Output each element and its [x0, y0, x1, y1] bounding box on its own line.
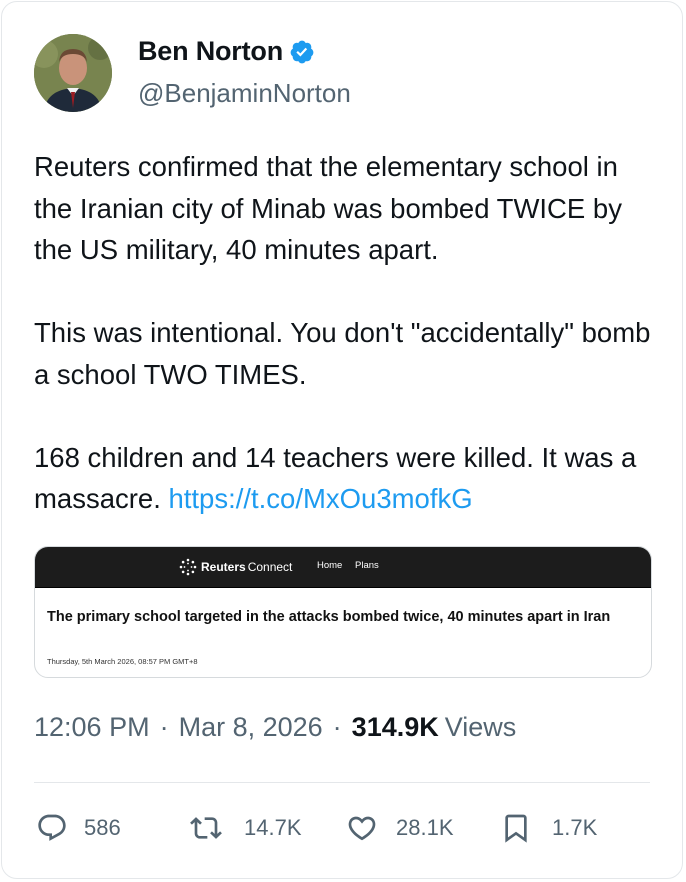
like-count: 28.1K	[396, 815, 454, 840]
tweet-paragraph-2: This was intentional. You don't "acciden…	[34, 317, 651, 390]
author-name-row[interactable]: Ben Norton	[138, 36, 315, 67]
divider	[34, 782, 650, 783]
like-icon	[348, 816, 376, 841]
tweet-meta: 12:06 PM · Mar 8, 2026 · 314.9K Views	[34, 712, 516, 743]
tweet-text: Reuters confirmed that the elementary sc…	[34, 146, 654, 520]
meta-separator-1: ·	[159, 712, 169, 742]
tweet-link[interactable]: https://t.co/MxOu3mofkG	[168, 483, 472, 514]
reuters-brand-light: Connect	[247, 560, 293, 574]
avatar[interactable]	[34, 34, 112, 112]
views-label: Views	[444, 712, 517, 742]
like-button[interactable]: 28.1K	[346, 812, 454, 844]
meta-separator-2: ·	[332, 712, 342, 742]
nav-home: Home	[317, 560, 343, 571]
bookmark-button[interactable]: 1.7K	[500, 812, 597, 844]
reply-icon	[38, 814, 66, 841]
verified-badge-icon	[290, 40, 314, 63]
repost-count: 14.7K	[244, 815, 302, 840]
bookmark-icon	[505, 814, 527, 843]
tweet-date[interactable]: Mar 8, 2026	[179, 712, 323, 743]
action-bar: 586 14.7K 28.1K 1.7K	[0, 806, 686, 852]
tweet-paragraph-1: Reuters confirmed that the elementary sc…	[34, 151, 622, 265]
nav-plans: Plans	[355, 560, 379, 571]
link-card-headline: The primary school targeted in the attac…	[47, 609, 611, 625]
reuters-connect-logo: Reuters Connect	[179, 558, 292, 576]
reply-count: 586	[84, 815, 121, 840]
bookmark-count: 1.7K	[552, 815, 598, 840]
reply-button[interactable]: 586	[36, 812, 121, 844]
repost-icon	[190, 817, 222, 839]
tweet-paragraph-3: 168 children and 14 teachers were killed…	[34, 437, 654, 520]
display-name[interactable]: Ben Norton	[138, 36, 283, 67]
repost-button[interactable]: 14.7K	[190, 812, 302, 844]
reuters-logo-icon	[179, 558, 197, 576]
author-handle[interactable]: @BenjaminNorton	[138, 78, 351, 109]
link-card-date: Thursday, 5th March 2026, 08:57 PM GMT+8	[47, 657, 198, 666]
views-count: 314.9K	[351, 712, 439, 742]
avatar-image	[34, 34, 112, 112]
tweet-time[interactable]: 12:06 PM	[34, 712, 150, 743]
link-card-header: Reuters Connect Home Plans	[35, 547, 651, 588]
link-card[interactable]: Reuters Connect Home Plans The primary s…	[34, 546, 652, 678]
reuters-brand-strong: Reuters	[201, 560, 246, 574]
